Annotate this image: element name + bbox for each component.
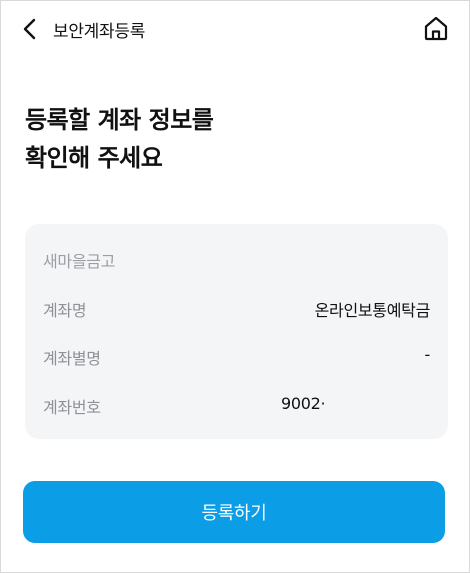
account-number-label: 계좌번호 [43, 398, 101, 417]
account-name-row: 계좌명 온라인보통예탁금 [43, 297, 430, 321]
page-heading-line-2: 확인해 주세요 [25, 144, 163, 172]
account-number-row: 계좌번호 9002· [43, 394, 430, 418]
account-name-label: 계좌명 [43, 301, 87, 320]
page-heading-line-1: 등록할 계좌 정보를 [25, 106, 214, 134]
bank-name: 새마을금고 [43, 252, 116, 271]
account-name-value: 온라인보통예탁금 [314, 301, 431, 320]
account-alias-label: 계좌별명 [43, 349, 101, 368]
page-heading: 등록할 계좌 정보를 확인해 주세요 [25, 101, 445, 177]
register-button[interactable]: 등록하기 [23, 481, 445, 543]
home-icon[interactable] [421, 13, 451, 43]
back-chevron-icon[interactable] [19, 15, 43, 43]
account-alias-row: 계좌별명 - [43, 345, 430, 369]
account-number-value: 9002· [281, 394, 326, 413]
account-info-card: 새마을금고 계좌명 온라인보통예탁금 계좌별명 - 계좌번호 9002· [25, 224, 448, 439]
screen-frame: 보안계좌등록 등록할 계좌 정보를 확인해 주세요 새마을금고 계좌명 온라인보… [0, 0, 470, 573]
header-title: 보안계좌등록 [53, 22, 146, 42]
account-alias-value: - [424, 345, 431, 364]
app-header: 보안계좌등록 [1, 1, 470, 57]
